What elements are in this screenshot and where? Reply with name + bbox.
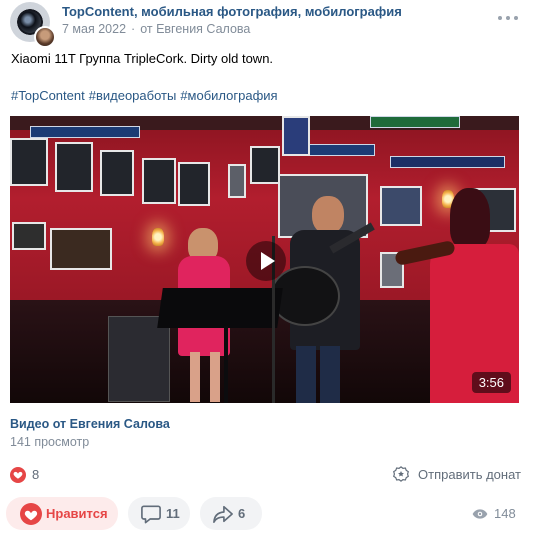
scene-music-stand: [157, 288, 283, 328]
heart-icon: [10, 467, 26, 483]
comment-icon: [141, 505, 161, 524]
likes-count: 8: [32, 467, 40, 482]
video-player[interactable]: 3:56: [10, 116, 519, 403]
scene-person-leg: [190, 352, 200, 402]
post-text: Xiaomi 11T Группа TripleCork. Dirty old …: [11, 51, 274, 66]
scene-banner: [30, 126, 140, 138]
scene-frame: [12, 222, 46, 250]
comments-count: 11: [166, 506, 180, 521]
post-meta: 7 мая 2022 · от Евгения Салова: [62, 22, 250, 36]
views-count: 148: [494, 506, 516, 521]
share-button[interactable]: 6: [200, 497, 262, 530]
post-views: 148: [472, 506, 520, 522]
hashtag-link[interactable]: #TopContent: [11, 88, 85, 103]
eye-icon: [472, 509, 488, 519]
like-button[interactable]: Нравится: [6, 497, 118, 530]
scene-person-leg: [296, 346, 316, 403]
scene-frame: [380, 186, 422, 226]
like-label: Нравится: [46, 506, 108, 521]
hashtag-link[interactable]: #мобилография: [180, 88, 277, 103]
video-duration: 3:56: [471, 372, 511, 393]
meta-separator: ·: [131, 22, 136, 36]
scene-frame: [178, 162, 210, 206]
group-avatar[interactable]: [10, 2, 56, 48]
share-icon: [213, 505, 233, 523]
scene-music-stand-pole: [224, 326, 228, 403]
scene-frame: [142, 158, 176, 204]
scene-banner: [305, 144, 375, 156]
scene-lamp: [152, 228, 164, 246]
hashtags: #TopContent #видеоработы #мобилография: [11, 88, 282, 103]
scene-frame: [10, 138, 48, 186]
scene-frame: [282, 116, 310, 156]
scene-banner: [370, 116, 460, 128]
scene-frame: [250, 146, 280, 184]
group-name-link[interactable]: TopContent, мобильная фотография, мобило…: [62, 4, 402, 19]
donate-icon: [393, 466, 409, 482]
post-date[interactable]: 7 мая 2022: [62, 22, 126, 36]
scene-frame: [228, 164, 246, 198]
scene-banner: [390, 156, 505, 168]
scene-frame: [50, 228, 112, 270]
scene-frame: [100, 150, 134, 196]
video-views: 141 просмотр: [10, 435, 90, 449]
wall-post: TopContent, мобильная фотография, мобило…: [0, 0, 536, 535]
donate-button[interactable]: Отправить донат: [392, 465, 521, 485]
shares-count: 6: [238, 506, 246, 521]
video-title-link[interactable]: Видео от Евгения Салова: [10, 417, 170, 431]
post-author[interactable]: от Евгения Салова: [140, 22, 250, 36]
scene-person-head: [312, 196, 344, 234]
comment-button[interactable]: 11: [128, 497, 190, 530]
heart-icon: [20, 503, 42, 525]
scene-person-leg: [210, 352, 220, 402]
author-avatar[interactable]: [34, 26, 56, 48]
hashtag-link[interactable]: #видеоработы: [89, 88, 177, 103]
scene-person-hair: [450, 188, 490, 248]
more-options-icon[interactable]: [498, 10, 518, 26]
scene-frame: [55, 142, 93, 192]
scene-amplifier: [108, 316, 170, 402]
play-icon[interactable]: [246, 241, 286, 281]
donate-label: Отправить донат: [418, 467, 521, 482]
scene-person-leg: [320, 346, 340, 403]
